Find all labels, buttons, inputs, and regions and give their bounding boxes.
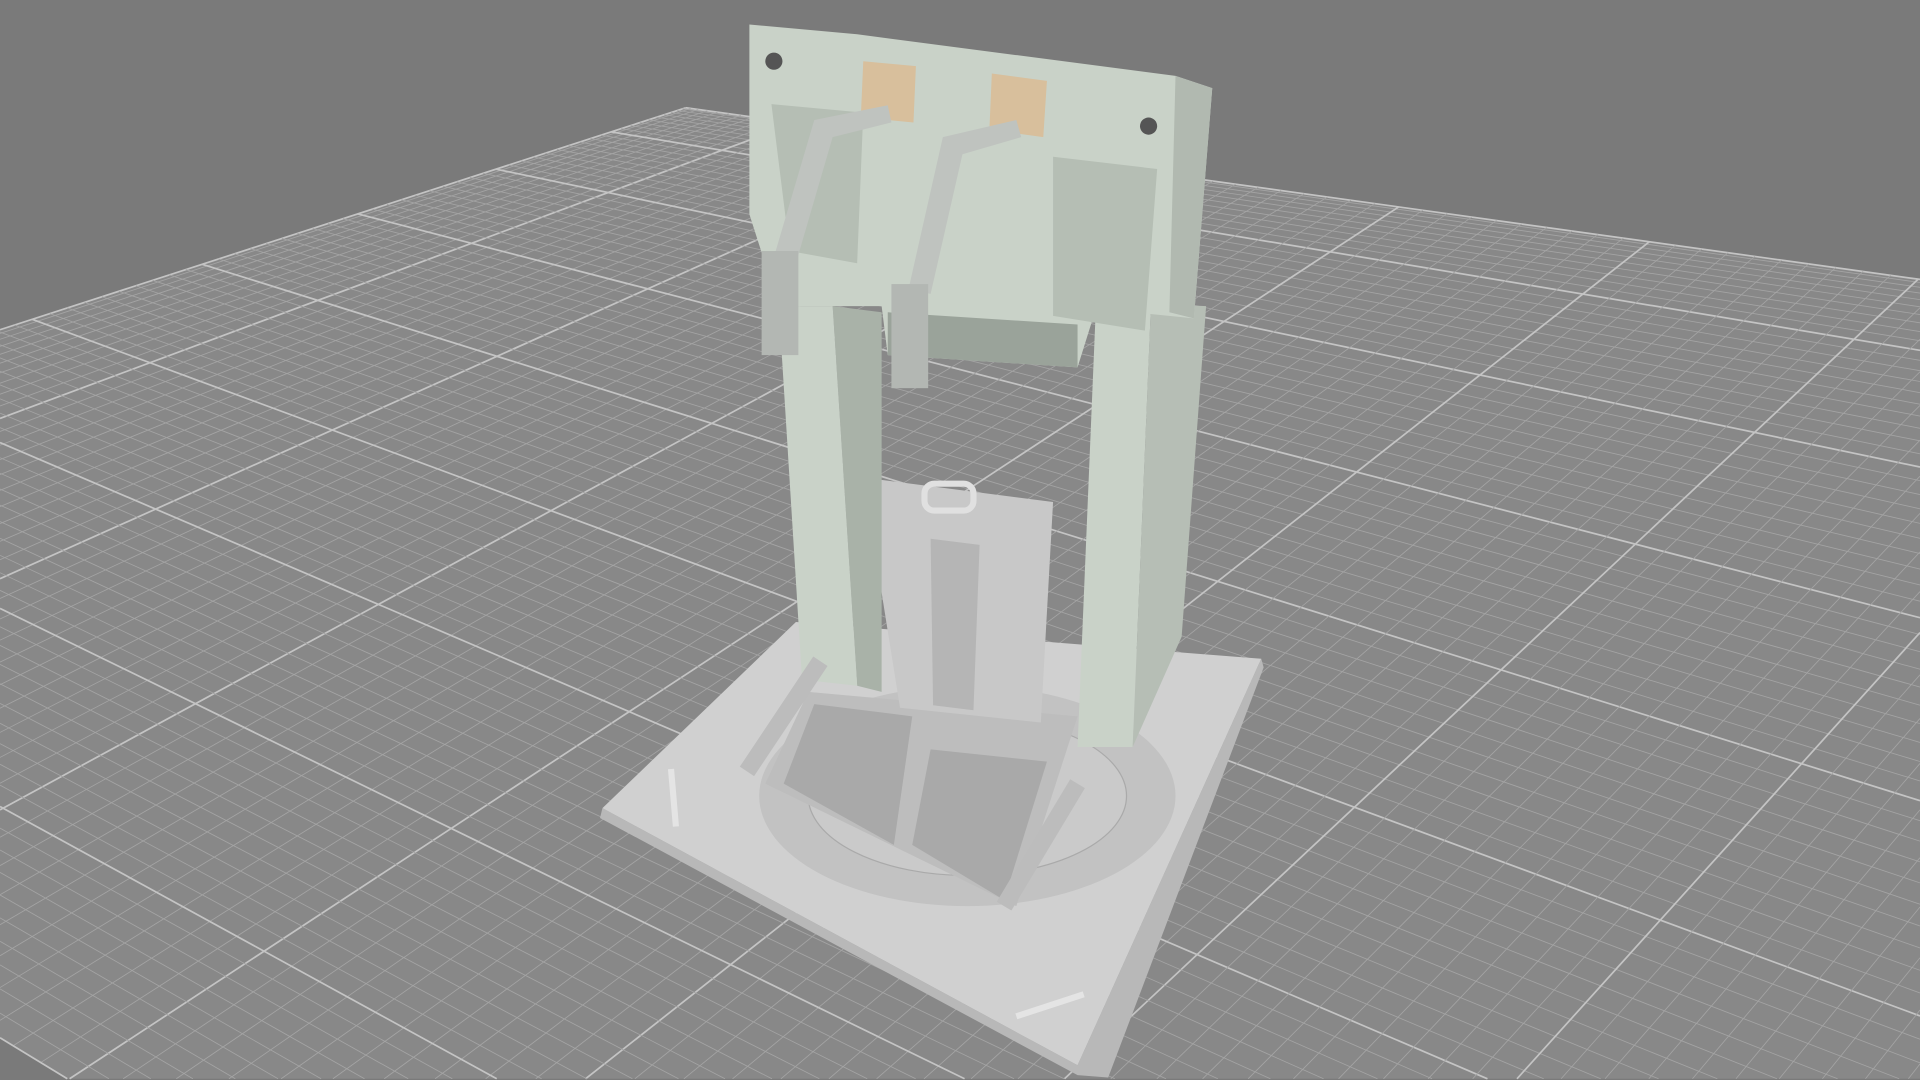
mount-hole [765,52,783,70]
right-relief-panel [1053,156,1158,331]
3d-scene[interactable] [0,0,1920,1080]
arm-left-clamp [761,251,799,356]
back-panel-detail [930,538,980,711]
mount-hole [1140,117,1158,135]
arm-right-clamp [891,284,929,389]
3d-viewport[interactable] [0,0,1920,1080]
